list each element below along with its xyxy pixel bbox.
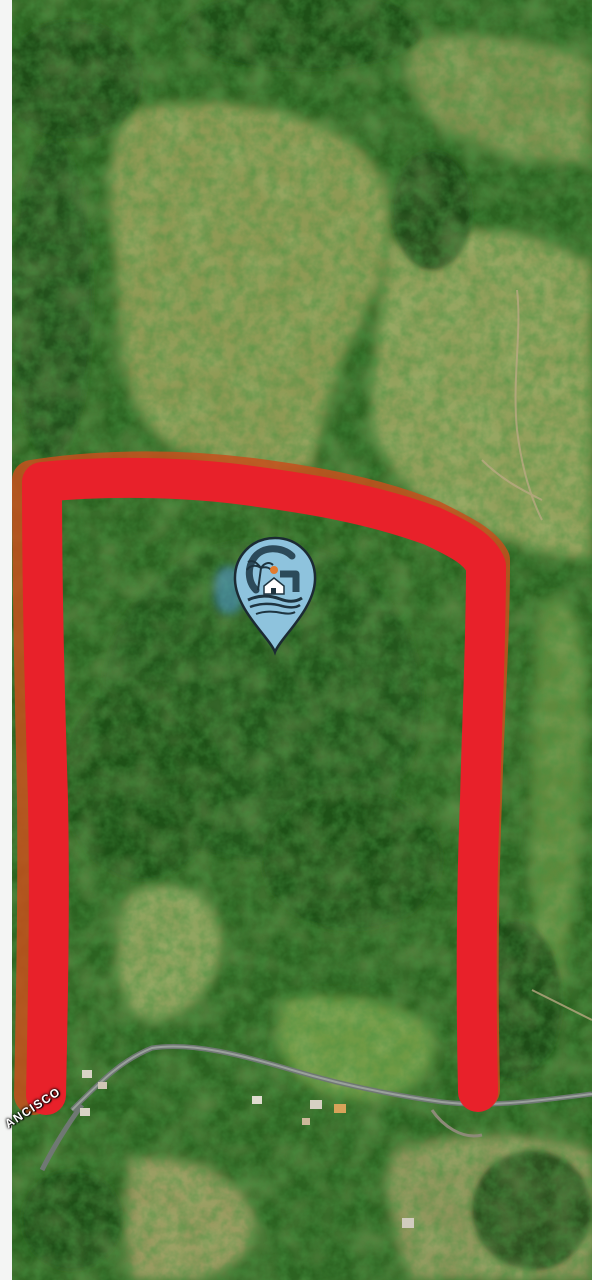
location-pin-logo-icon[interactable] (230, 534, 320, 656)
satellite-map[interactable]: ANCISCO (0, 0, 592, 1280)
pin-body (233, 536, 317, 656)
logo-house-door (271, 588, 276, 594)
map-left-edge (0, 0, 12, 1280)
logo-sun (270, 566, 278, 574)
